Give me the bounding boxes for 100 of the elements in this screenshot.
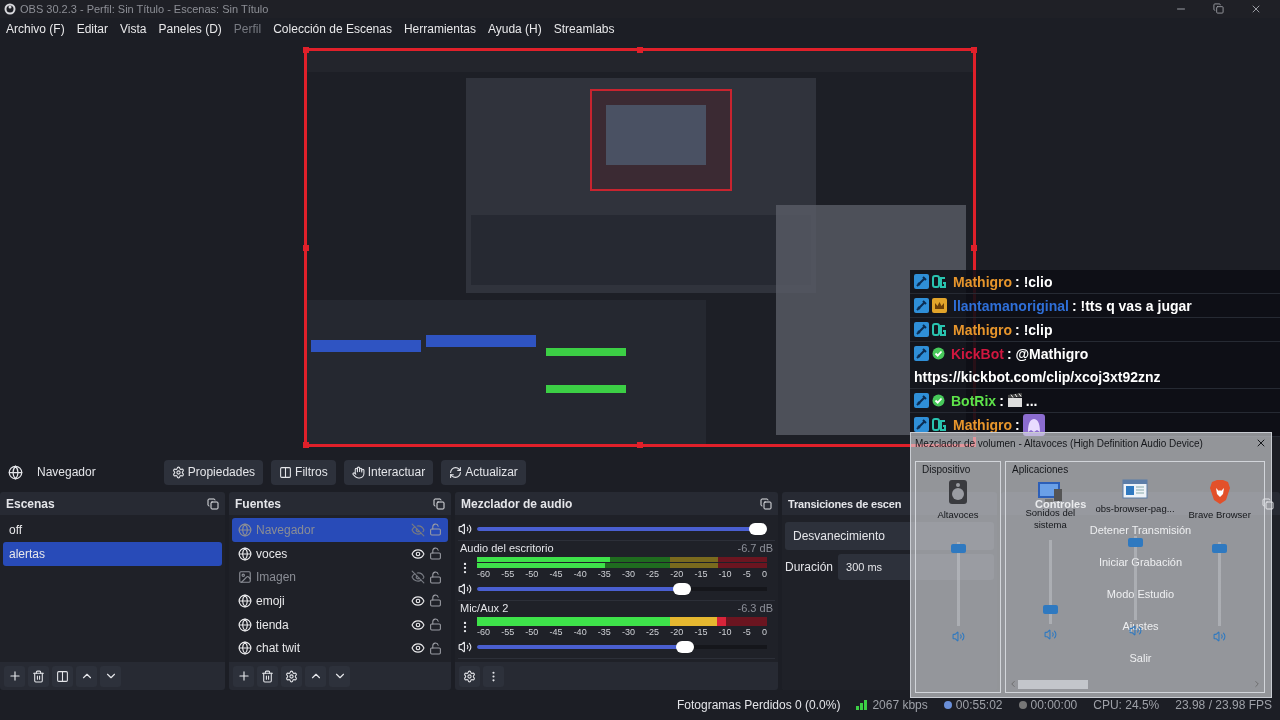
menu-item[interactable]: Editar: [72, 22, 113, 36]
menu-item[interactable]: Colección de Escenas: [269, 22, 396, 36]
panel-title: Mezclador de audio: [461, 496, 573, 511]
slider-thumb[interactable]: [1212, 544, 1228, 554]
move-up-button[interactable]: [76, 665, 97, 687]
chat-username: Mathigro: [953, 321, 1013, 338]
source-item[interactable]: voces: [232, 541, 448, 566]
globe-icon: [238, 593, 252, 608]
tick-label: -60: [477, 627, 490, 637]
delete-button[interactable]: [257, 665, 278, 687]
speaker-icon[interactable]: [458, 640, 472, 654]
resize-handle[interactable]: [971, 244, 977, 251]
move-up-button[interactable]: [305, 665, 326, 687]
unlock-icon[interactable]: [429, 618, 442, 631]
toolbar-button[interactable]: Propiedades: [163, 459, 264, 485]
chat-text: :: [999, 392, 1004, 409]
eye-icon[interactable]: [411, 641, 425, 656]
tick-label: -10: [718, 627, 732, 637]
chat-text: : @Mathigro: [1006, 345, 1089, 362]
gear-icon: [463, 669, 476, 683]
settings-button[interactable]: [281, 665, 302, 687]
move-down-button[interactable]: [100, 665, 121, 687]
settings-button[interactable]: [459, 665, 480, 687]
plus-icon: [236, 669, 251, 683]
slider-thumb[interactable]: [950, 544, 966, 554]
source-item[interactable]: tienda: [232, 612, 448, 637]
undock-icon[interactable]: [207, 497, 219, 510]
toolbar-button[interactable]: Filtros: [271, 459, 336, 485]
tick-label: -50: [525, 569, 539, 579]
resize-handle[interactable]: [637, 47, 643, 53]
panel-title: Fuentes: [235, 496, 281, 511]
undock-icon[interactable]: [1262, 497, 1274, 510]
menu-button[interactable]: [483, 665, 504, 687]
source-item[interactable]: emoji: [232, 589, 448, 613]
resize-handle[interactable]: [971, 47, 977, 53]
undock-icon[interactable]: [760, 497, 772, 510]
add-button[interactable]: [4, 665, 25, 687]
transition-dropdown[interactable]: Desvanecimiento: [785, 522, 994, 550]
hand-icon: [351, 465, 365, 479]
status-text: 2067 kbps: [872, 698, 928, 712]
tick-label: -35: [597, 569, 611, 579]
scene-item[interactable]: off: [3, 518, 222, 542]
chat-text: : !clip: [1015, 321, 1053, 338]
unlock-icon[interactable]: [429, 594, 442, 608]
restore-icon[interactable]: [1213, 3, 1224, 14]
scrollbar[interactable]: [1008, 678, 1262, 690]
menu-item[interactable]: Streamlabs: [549, 22, 619, 36]
panel-title: Escenas: [6, 496, 55, 511]
eye-icon[interactable]: [411, 593, 425, 608]
resize-handle[interactable]: [303, 442, 309, 448]
toolbar-button[interactable]: Interactuar: [343, 459, 434, 485]
speaker-icon[interactable]: [458, 522, 472, 536]
scene-item[interactable]: alertas: [3, 542, 222, 566]
status-text: 00:00:00: [1030, 698, 1078, 712]
slider-thumb[interactable]: [672, 583, 691, 595]
unlock-icon[interactable]: [429, 523, 442, 537]
chat-username: Mathigro: [953, 416, 1013, 433]
menu-item[interactable]: Paneles (D): [154, 22, 226, 36]
status-text: 23.98 / 23.98 FPS: [1175, 698, 1272, 712]
menu-item[interactable]: Vista: [116, 22, 151, 36]
source-item[interactable]: chat twit: [232, 636, 448, 661]
close-icon[interactable]: [1255, 437, 1267, 449]
unlock-icon[interactable]: [429, 641, 442, 655]
eye-icon[interactable]: [411, 617, 425, 632]
eye-off-icon[interactable]: [411, 570, 425, 585]
close-icon[interactable]: [1250, 3, 1262, 15]
slider-thumb[interactable]: [1127, 538, 1143, 548]
eye-icon[interactable]: [411, 546, 425, 561]
resize-handle[interactable]: [303, 244, 309, 251]
unlock-icon[interactable]: [429, 570, 442, 584]
status-text: CPU: 24.5%: [1093, 698, 1160, 712]
chat-text: : !clio: [1015, 273, 1053, 290]
resize-handle[interactable]: [637, 442, 643, 448]
tick-label: -20: [670, 627, 684, 637]
globe-icon: [238, 641, 252, 656]
window-icon: [1122, 479, 1148, 499]
menu-item[interactable]: Herramientas: [399, 22, 480, 36]
source-name: Navegador: [256, 522, 316, 537]
tick-label: -15: [694, 569, 708, 579]
unlock-icon[interactable]: [429, 547, 442, 560]
tick-label: -45: [549, 627, 563, 637]
source-item[interactable]: Imagen: [232, 565, 448, 589]
duration-field[interactable]: 300 ms: [838, 554, 994, 580]
toolbar-button[interactable]: Actualizar: [441, 459, 526, 485]
tick-label: -35: [597, 627, 611, 637]
add-button[interactable]: [233, 665, 254, 687]
menu-item[interactable]: Ayuda (H): [483, 22, 546, 36]
menu-item[interactable]: Archivo (F): [2, 22, 69, 36]
move-down-button[interactable]: [329, 665, 350, 687]
slider-thumb[interactable]: [675, 641, 694, 653]
tick-label: -10: [718, 569, 732, 579]
tick-label: -40: [573, 627, 587, 637]
speaker-icon[interactable]: [458, 582, 472, 596]
undock-icon[interactable]: [433, 497, 445, 510]
slider-thumb[interactable]: [749, 523, 767, 535]
delete-button[interactable]: [28, 665, 49, 687]
slider-thumb[interactable]: [1042, 604, 1058, 614]
filter-button[interactable]: [52, 665, 73, 687]
filter-icon: [279, 465, 293, 479]
resize-handle[interactable]: [303, 47, 309, 53]
